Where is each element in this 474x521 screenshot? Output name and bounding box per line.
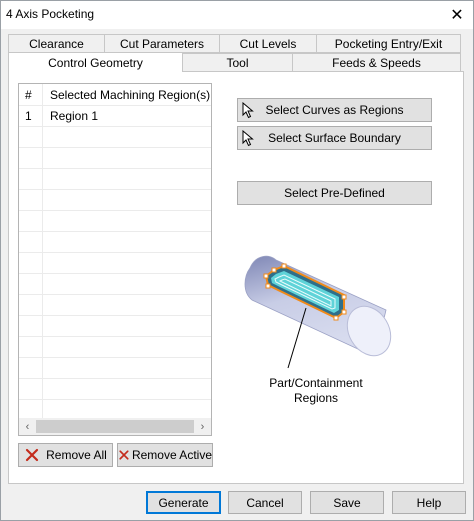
tab-control-geometry[interactable]: Control Geometry xyxy=(8,52,183,72)
remove-all-button[interactable]: Remove All xyxy=(18,443,113,467)
empty-row xyxy=(19,210,211,232)
chevron-right-icon: › xyxy=(200,420,205,433)
horizontal-scrollbar[interactable]: ‹ › xyxy=(19,418,211,435)
chevron-left-icon: ‹ xyxy=(25,420,30,433)
tab-cut-levels[interactable]: Cut Levels xyxy=(219,34,317,53)
remove-x-icon xyxy=(119,450,129,460)
empty-row xyxy=(19,126,211,148)
caption-line: Regions xyxy=(293,391,339,405)
part-containment-illustration xyxy=(244,255,392,369)
empty-row xyxy=(19,315,211,337)
cancel-button[interactable]: Cancel xyxy=(228,491,302,514)
empty-row xyxy=(19,252,211,274)
remove-x-icon xyxy=(26,448,39,462)
empty-row xyxy=(19,357,211,379)
empty-row xyxy=(19,231,211,253)
help-button[interactable]: Help xyxy=(392,491,466,514)
cursor-arrow-icon xyxy=(242,130,254,147)
tab-label: Cut Levels xyxy=(239,36,297,51)
tab-cut-parameters[interactable]: Cut Parameters xyxy=(104,34,220,53)
cursor-arrow-icon xyxy=(242,102,254,119)
tab-label: Tool xyxy=(226,55,249,70)
select-curves-button[interactable]: Select Curves as Regions xyxy=(237,98,432,122)
region-name: Region 1 xyxy=(50,109,99,123)
button-label: Remove Active xyxy=(131,448,212,462)
empty-row xyxy=(19,273,211,295)
tab-label: Clearance xyxy=(29,36,84,51)
tab-pocketing-entry-exit[interactable]: Pocketing Entry/Exit xyxy=(316,34,461,53)
empty-row xyxy=(19,336,211,358)
illustration-caption: Part/Containment Regions xyxy=(236,376,396,406)
scroll-right-button[interactable]: › xyxy=(194,418,211,435)
button-label: Select Surface Boundary xyxy=(268,131,401,145)
scroll-left-button[interactable]: ‹ xyxy=(19,418,36,435)
tab-label: Pocketing Entry/Exit xyxy=(334,36,443,51)
close-icon: ✕ xyxy=(450,7,464,24)
button-label: Generate xyxy=(158,495,209,510)
tab-tool[interactable]: Tool xyxy=(182,53,293,72)
save-button[interactable]: Save xyxy=(310,491,384,514)
select-surface-boundary-button[interactable]: Select Surface Boundary xyxy=(237,126,432,150)
select-predefined-button[interactable]: Select Pre-Defined xyxy=(237,181,432,205)
title-bar: 4 Axis Pocketing ✕ xyxy=(1,1,473,29)
caption-line: Part/Containment xyxy=(269,376,363,390)
remove-active-button[interactable]: Remove Active xyxy=(117,443,213,467)
column-header-num: # xyxy=(25,88,32,102)
button-label: Remove All xyxy=(46,448,107,462)
button-label: Select Curves as Regions xyxy=(265,103,404,117)
list-header: # Selected Machining Region(s) xyxy=(19,84,211,106)
tab-feeds-speeds[interactable]: Feeds & Speeds xyxy=(292,53,461,72)
tab-clearance[interactable]: Clearance xyxy=(8,34,105,53)
empty-row xyxy=(19,168,211,190)
list-item[interactable]: 1 Region 1 xyxy=(19,105,211,127)
tab-label: Cut Parameters xyxy=(119,36,205,51)
scroll-thumb[interactable] xyxy=(36,420,194,433)
button-label: Help xyxy=(416,495,442,510)
empty-row xyxy=(19,189,211,211)
button-label: Select Pre-Defined xyxy=(284,186,385,200)
empty-row xyxy=(19,378,211,400)
tab-label: Control Geometry xyxy=(48,55,143,70)
empty-row xyxy=(19,147,211,169)
region-list[interactable]: # Selected Machining Region(s) 1 Region … xyxy=(18,83,212,436)
generate-button[interactable]: Generate xyxy=(146,491,221,514)
empty-row xyxy=(19,294,211,316)
region-number: 1 xyxy=(25,109,32,123)
close-button[interactable]: ✕ xyxy=(441,1,473,29)
tab-label: Feeds & Speeds xyxy=(332,55,421,70)
window-title: 4 Axis Pocketing xyxy=(6,7,95,21)
button-label: Cancel xyxy=(246,495,284,510)
column-header-name: Selected Machining Region(s) xyxy=(50,88,211,102)
button-label: Save xyxy=(333,495,361,510)
